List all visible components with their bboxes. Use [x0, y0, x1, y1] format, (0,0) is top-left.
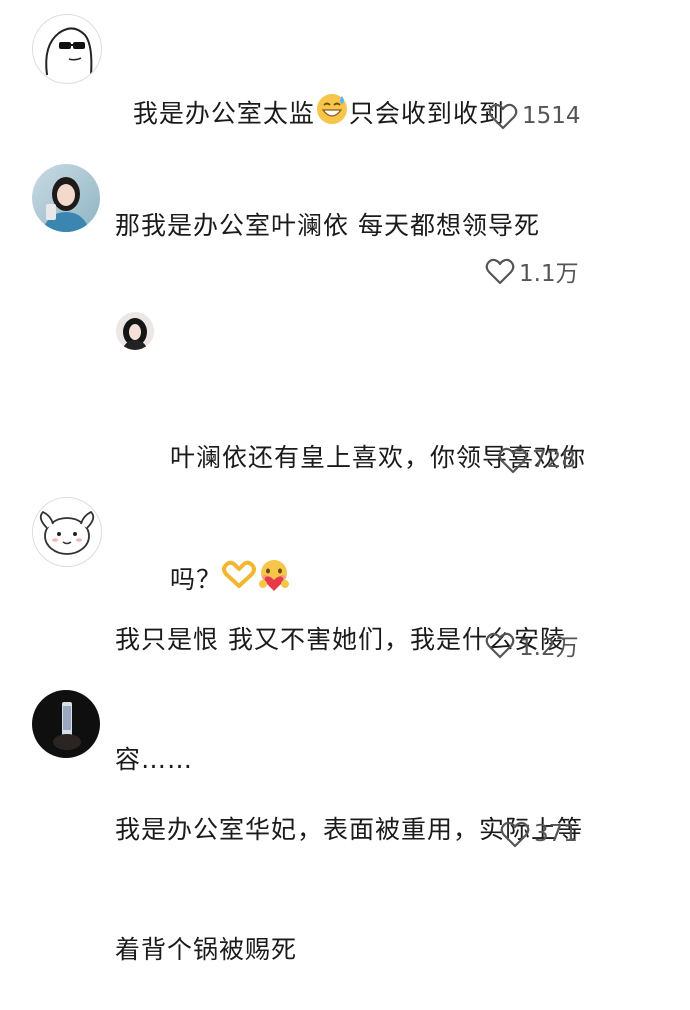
- like-count: 1514: [522, 103, 581, 129]
- heart-icon: [500, 820, 530, 848]
- like-count: 371: [534, 821, 578, 847]
- bunny-cartoon-avatar[interactable]: [32, 497, 102, 567]
- sunglasses-cartoon-avatar[interactable]: [32, 14, 102, 84]
- like-count: 1.1万: [519, 261, 579, 287]
- grin-sweat-emoji: [315, 92, 349, 138]
- like-count: 728: [532, 447, 576, 473]
- dark-photo-avatar[interactable]: [32, 690, 100, 758]
- heart-icon: [485, 631, 515, 659]
- like-button[interactable]: 1.2万: [485, 628, 579, 662]
- heart-icon: [485, 257, 515, 285]
- comment-text: 我是办公室华妃，表面被重用，实际上等 着背个锅被赐死: [115, 730, 583, 1010]
- comment-text-part: 我是办公室太监: [132, 99, 315, 128]
- like-button[interactable]: 1.1万: [485, 254, 579, 288]
- woman-photo-avatar[interactable]: [32, 164, 100, 232]
- like-button[interactable]: 1514: [488, 102, 581, 130]
- comment-text: 我是办公室太监 只会收到收到: [115, 52, 505, 138]
- like-button[interactable]: 371: [500, 820, 578, 848]
- comment-text-line: 着背个锅被赐死: [115, 935, 298, 964]
- heart-icon: [498, 446, 528, 474]
- comment-text: 那我是办公室叶澜依 每天都想领导死: [115, 211, 540, 240]
- like-button[interactable]: 728: [498, 446, 576, 474]
- comment-text-part: 只会收到收到: [348, 99, 505, 128]
- dark-hair-girl-avatar[interactable]: [116, 312, 154, 350]
- like-count: 1.2万: [519, 635, 579, 661]
- heart-icon: [488, 102, 518, 130]
